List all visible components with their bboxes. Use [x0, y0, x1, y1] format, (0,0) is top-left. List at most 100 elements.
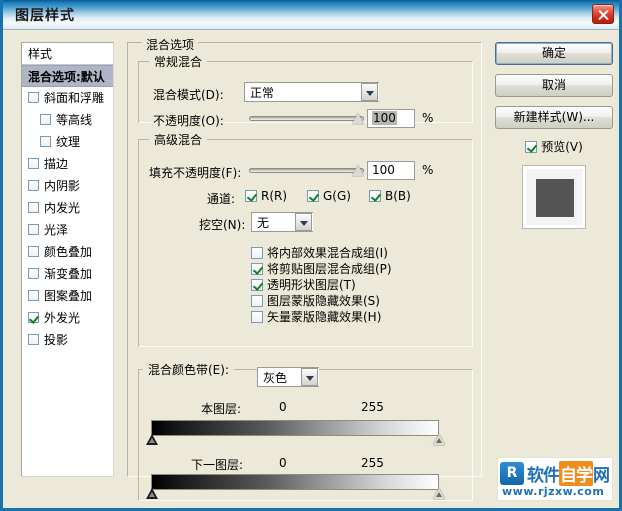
- styles-list-item-checkbox[interactable]: [28, 290, 39, 301]
- styles-list-item-label: 斜面和浮雕: [44, 91, 104, 105]
- color-band-label: 混合颜色带(E):: [148, 363, 229, 377]
- advanced-option-checkbox[interactable]: 透明形状图层(T): [251, 276, 356, 293]
- this-layer-stop-white[interactable]: [433, 434, 445, 445]
- chevron-down-icon[interactable]: [295, 213, 312, 231]
- watermark-logo-icon: R: [500, 462, 524, 485]
- channel-checkbox-b[interactable]: B(B): [369, 189, 411, 203]
- ok-button[interactable]: 确定: [495, 42, 613, 65]
- chevron-down-icon[interactable]: [301, 368, 318, 386]
- color-band-value: 灰色: [258, 369, 301, 386]
- styles-list-item-label: 投影: [44, 333, 68, 347]
- styles-list-item-label: 渐变叠加: [44, 267, 92, 281]
- cancel-button[interactable]: 取消: [495, 74, 613, 97]
- fill-opacity-label: 填充不透明度(F):: [149, 164, 241, 181]
- styles-list-item-label: 光泽: [44, 223, 68, 237]
- styles-list-item[interactable]: 纹理: [22, 131, 113, 153]
- watermark-name-1: 软件: [527, 461, 559, 486]
- styles-list-item-label: 内阴影: [44, 179, 80, 193]
- styles-list-item-checkbox[interactable]: [28, 312, 39, 323]
- opacity-unit: %: [422, 111, 433, 125]
- styles-list-item[interactable]: 描边: [22, 153, 113, 175]
- styles-list-item-blending-options[interactable]: 混合选项:默认: [22, 65, 113, 87]
- opacity-slider[interactable]: [249, 110, 364, 128]
- styles-list-item-checkbox[interactable]: [28, 246, 39, 257]
- styles-list-item[interactable]: 渐变叠加: [22, 263, 113, 285]
- styles-list-item-checkbox[interactable]: [28, 268, 39, 279]
- advanced-option-label: 透明形状图层(T): [267, 278, 356, 292]
- channel-checkbox-label: R(R): [261, 189, 287, 203]
- close-icon[interactable]: [592, 4, 614, 24]
- blending-options-panel: 混合选项 常规混合 混合模式(D): 正常 不透明度(O): 100 %: [127, 42, 482, 477]
- section-title-blending-options: 混合选项: [142, 36, 198, 53]
- advanced-option-checkbox[interactable]: 图层蒙版隐藏效果(S): [251, 292, 380, 309]
- this-layer-min: 0: [279, 400, 287, 414]
- styles-list-item-label: 纹理: [56, 135, 80, 149]
- watermark: R 软件自学网 www.rjzxw.com: [497, 457, 613, 501]
- chevron-down-icon[interactable]: [361, 83, 378, 101]
- channel-checkbox-label: B(B): [385, 189, 411, 203]
- opacity-slider-track: [249, 116, 364, 121]
- preview-checkbox[interactable]: 预览(V): [495, 138, 613, 155]
- channels-label: 通道:: [207, 190, 235, 207]
- styles-list-item[interactable]: 颜色叠加: [22, 241, 113, 263]
- styles-list-item-checkbox[interactable]: [28, 202, 39, 213]
- advanced-option-checkbox-box[interactable]: [251, 295, 263, 307]
- channel-checkbox-box[interactable]: [307, 190, 319, 202]
- styles-list-item-checkbox[interactable]: [28, 180, 39, 191]
- styles-list[interactable]: 样式 混合选项:默认 斜面和浮雕等高线纹理描边内阴影内发光光泽颜色叠加渐变叠加图…: [21, 42, 114, 477]
- next-layer-ramp[interactable]: [151, 474, 439, 490]
- knockout-select[interactable]: 无: [251, 212, 313, 232]
- styles-list-item[interactable]: 外发光: [22, 307, 113, 329]
- preview-thumbnail-swatch: [536, 179, 574, 217]
- blend-mode-select[interactable]: 正常: [244, 82, 379, 102]
- styles-list-item-label: 内发光: [44, 201, 80, 215]
- styles-list-item-checkbox[interactable]: [40, 114, 51, 125]
- styles-list-header: 样式: [22, 43, 113, 65]
- advanced-option-checkbox-box[interactable]: [251, 311, 263, 323]
- next-layer-label: 下一图层:: [191, 456, 243, 473]
- watermark-url: www.rjzxw.com: [502, 485, 604, 498]
- styles-list-item-label: 图案叠加: [44, 289, 92, 303]
- window-title: 图层样式: [15, 5, 75, 25]
- new-style-button[interactable]: 新建样式(W)...: [495, 106, 613, 129]
- channel-checkbox-box[interactable]: [245, 190, 257, 202]
- styles-list-item-checkbox[interactable]: [28, 334, 39, 345]
- title-bar-gradient: [3, 2, 619, 28]
- group-general-blending: 常规混合 混合模式(D): 正常 不透明度(O): 100 %: [138, 53, 473, 123]
- styles-list-item[interactable]: 内阴影: [22, 175, 113, 197]
- advanced-option-checkbox[interactable]: 将剪贴图层混合成组(P): [251, 260, 392, 277]
- fill-opacity-slider-thumb[interactable]: [352, 165, 364, 176]
- styles-list-item[interactable]: 等高线: [22, 109, 113, 131]
- color-band-select[interactable]: 灰色: [257, 367, 319, 387]
- styles-list-item-checkbox[interactable]: [28, 92, 39, 103]
- opacity-slider-thumb[interactable]: [352, 113, 364, 124]
- advanced-option-checkbox[interactable]: 将内部效果混合成组(I): [251, 244, 388, 261]
- next-layer-stop-black[interactable]: [146, 488, 158, 499]
- advanced-option-checkbox[interactable]: 矢量蒙版隐藏效果(H): [251, 308, 381, 325]
- advanced-option-checkbox-box[interactable]: [251, 279, 263, 291]
- preview-checkbox-box[interactable]: [525, 141, 537, 153]
- channel-checkbox-r[interactable]: R(R): [245, 189, 287, 203]
- fill-opacity-slider[interactable]: [249, 162, 364, 180]
- opacity-input[interactable]: 100: [367, 109, 415, 128]
- watermark-brand: R 软件自学网: [500, 461, 609, 485]
- this-layer-max: 255: [361, 400, 384, 414]
- styles-list-item-checkbox[interactable]: [40, 136, 51, 147]
- styles-list-item[interactable]: 图案叠加: [22, 285, 113, 307]
- title-bar: 图层样式: [3, 0, 619, 30]
- styles-list-item[interactable]: 光泽: [22, 219, 113, 241]
- next-layer-stop-white[interactable]: [433, 488, 445, 499]
- this-layer-stop-black[interactable]: [146, 434, 158, 445]
- channel-checkbox-box[interactable]: [369, 190, 381, 202]
- channel-checkbox-g[interactable]: G(G): [307, 189, 351, 203]
- fill-opacity-input[interactable]: 100: [367, 161, 415, 180]
- styles-list-item[interactable]: 内发光: [22, 197, 113, 219]
- advanced-option-checkbox-box[interactable]: [251, 263, 263, 275]
- styles-list-item-checkbox[interactable]: [28, 158, 39, 169]
- styles-list-item[interactable]: 斜面和浮雕: [22, 87, 113, 109]
- styles-list-item[interactable]: 投影: [22, 329, 113, 351]
- opacity-value: 100: [372, 111, 397, 125]
- styles-list-item-checkbox[interactable]: [28, 224, 39, 235]
- advanced-option-checkbox-box[interactable]: [251, 247, 263, 259]
- this-layer-ramp[interactable]: [151, 420, 439, 436]
